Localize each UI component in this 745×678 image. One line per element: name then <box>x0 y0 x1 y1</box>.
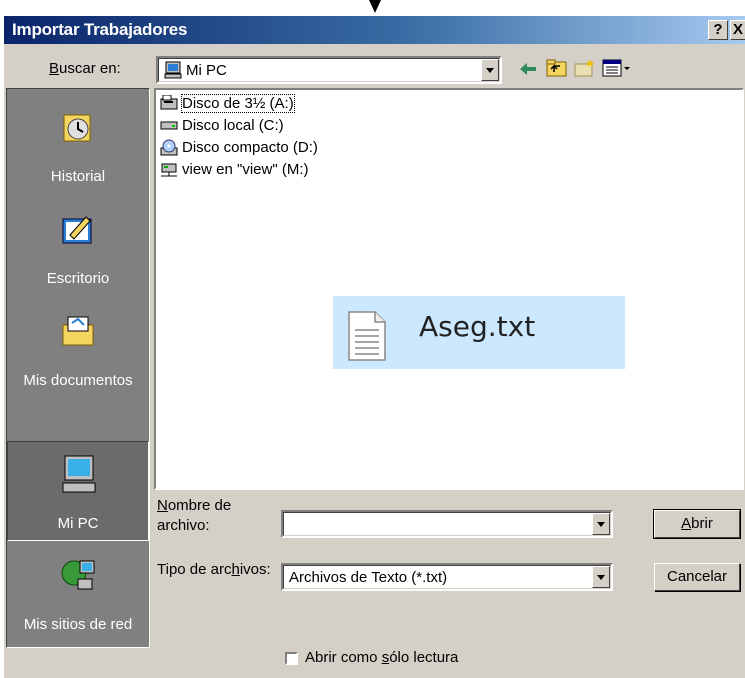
filename-label: Nombre de archivo: <box>157 497 232 534</box>
network-places-icon <box>60 557 96 597</box>
filetype-label: Tipo de archivos: <box>157 561 271 578</box>
place-label: Escritorio <box>46 270 110 287</box>
readonly-checkbox[interactable] <box>285 652 298 665</box>
my-computer-icon <box>164 61 182 83</box>
filetype-dropdown[interactable]: Archivos de Texto (*.txt) <box>281 563 613 591</box>
highlighted-file-callout[interactable]: Aseg.txt <box>325 296 625 369</box>
place-label: Mis sitios de red <box>23 616 133 633</box>
cd-drive-icon <box>160 139 178 161</box>
file-name: Disco compacto (D:) <box>182 139 318 156</box>
hard-drive-icon <box>160 117 178 137</box>
place-my-documents[interactable]: Mis documentos <box>7 301 149 397</box>
look-in-value: Mi PC <box>186 62 227 79</box>
place-label: Mi PC <box>57 515 99 532</box>
open-button[interactable]: Abrir <box>653 509 741 539</box>
file-name: Disco local (C:) <box>182 117 284 134</box>
place-network[interactable]: Mis sitios de red <box>7 545 149 641</box>
look-in-dropdown[interactable]: Mi PC <box>156 56 502 84</box>
look-in-dropdown-button[interactable] <box>481 59 499 81</box>
place-desktop[interactable]: Escritorio <box>7 199 149 295</box>
up-folder-icon[interactable] <box>546 58 568 82</box>
readonly-checkbox-label[interactable]: Abrir como sólo lectura <box>305 649 458 666</box>
back-arrow-icon[interactable] <box>518 60 538 82</box>
place-label: Mis documentos <box>23 372 133 389</box>
place-label: Historial <box>50 168 106 185</box>
my-computer-icon <box>61 454 97 498</box>
place-my-computer[interactable]: Mi PC <box>7 441 149 541</box>
view-menu-icon[interactable] <box>602 58 632 82</box>
look-in-label: Buscar en: <box>49 60 121 77</box>
cancel-button[interactable]: Cancelar <box>654 563 740 591</box>
pointer-arrow-icon <box>369 0 381 13</box>
file-name: Disco de 3½ (A:) <box>181 94 295 113</box>
desktop-icon <box>60 211 96 251</box>
places-bar: Historial Escritorio Mis documentos Mi P… <box>6 88 150 648</box>
callout-filename: Aseg.txt <box>419 310 536 343</box>
filename-input[interactable] <box>281 510 613 538</box>
filetype-value: Archivos de Texto (*.txt) <box>289 569 448 586</box>
close-button[interactable]: X <box>730 20 745 40</box>
title-bar[interactable]: Importar Trabajadores ? X <box>4 16 745 44</box>
open-file-dialog: Importar Trabajadores ? X Buscar en: Mi … <box>2 16 745 678</box>
file-name: view en "view" (M:) <box>182 161 309 178</box>
network-drive-icon <box>160 161 178 183</box>
new-folder-icon[interactable] <box>574 58 596 82</box>
my-documents-icon <box>60 313 96 353</box>
filename-dropdown-button[interactable] <box>592 513 610 535</box>
help-button[interactable]: ? <box>708 20 728 40</box>
history-icon <box>60 109 96 149</box>
text-file-icon <box>347 310 387 366</box>
place-history[interactable]: Historial <box>7 97 149 193</box>
window-title: Importar Trabajadores <box>12 20 188 39</box>
file-list[interactable]: Disco de 3½ (A:) Disco local (C:) Disco … <box>154 88 744 490</box>
filetype-dropdown-button[interactable] <box>592 566 610 588</box>
floppy-drive-icon <box>160 94 178 115</box>
